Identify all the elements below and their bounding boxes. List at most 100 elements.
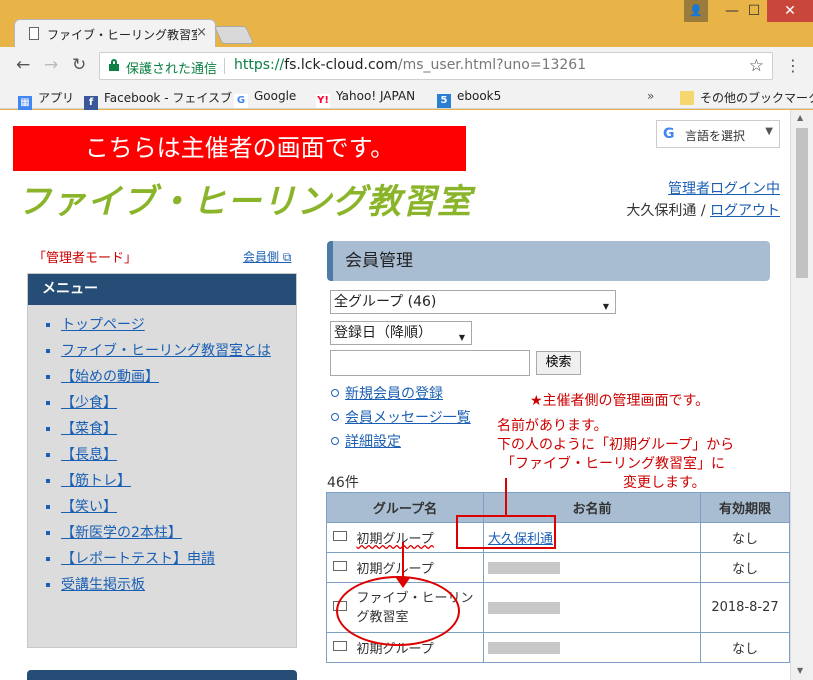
menu-item-report-test[interactable]: 【レポートテスト】申請 <box>61 551 296 568</box>
url-path: /ms_user.html?uno=13261 <box>397 57 587 73</box>
annotation-note-change-group: 名前があります。 下の人のように「初期グループ」から 「ファイブ・ヒーリング教習… <box>497 417 734 493</box>
redacted-name[interactable] <box>488 561 560 574</box>
scroll-up-icon[interactable]: ▲ <box>797 113 803 122</box>
menu-item-label: 【笑い】 <box>61 499 117 515</box>
bookmark-star-icon[interactable]: ☆ <box>749 56 764 76</box>
language-select-label: 言語を選択 <box>685 129 746 143</box>
link-label: 会員メッセージ一覧 <box>345 410 471 426</box>
menu-item-label: 【長息】 <box>61 447 117 463</box>
other-bookmarks-label: その他のブックマーク <box>700 91 813 105</box>
menu-item-top[interactable]: トップページ <box>61 317 296 334</box>
group-select[interactable]: 全グループ (46) ▼ <box>330 290 616 314</box>
search-input[interactable] <box>330 350 530 376</box>
menu-item-small-meals[interactable]: 【少食】 <box>61 395 296 412</box>
member-side-link[interactable]: 会員側 ⧉ <box>243 248 291 265</box>
logout-link[interactable]: ログアウト <box>710 203 780 219</box>
profile-icon[interactable]: 👤 <box>684 0 708 22</box>
new-tab-button[interactable] <box>213 26 255 44</box>
close-window-button[interactable]: ✕ <box>767 0 813 22</box>
column-header-expiry: 有効期限 <box>700 492 790 523</box>
menu-item-label: 【菜食】 <box>61 421 117 437</box>
admin-mode-label: 「管理者モード」 <box>33 251 138 266</box>
google-icon: G <box>234 94 248 108</box>
expiry-cell: なし <box>700 632 790 663</box>
lock-icon <box>109 59 119 71</box>
bookmark-google[interactable]: G Google <box>234 89 296 108</box>
bookmark-facebook[interactable]: f Facebook - フェイスブ <box>84 89 232 110</box>
address-bar[interactable]: 保護された通信 https://fs.lck-cloud.com/ms_user… <box>99 52 773 80</box>
menu-item-training[interactable]: 【筋トレ】 <box>61 473 296 490</box>
group-select-value: 全グループ (46) <box>334 294 437 310</box>
browser-menu-icon[interactable]: ⋮ <box>785 56 801 75</box>
bookmark-yahoo[interactable]: Y! Yahoo! JAPAN <box>316 89 415 108</box>
site-logo[interactable]: ファイブ・ヒーリング教習室 <box>17 174 472 223</box>
apps-grid-icon: ▦ <box>18 96 32 110</box>
row-icon-cell <box>326 552 353 583</box>
annotation-note-admin-screen: ★主催者側の管理画面です。 <box>530 393 710 409</box>
bookmark-label: Google <box>254 89 297 103</box>
url-text: https://fs.lck-cloud.com/ms_user.html?un… <box>234 57 586 73</box>
name-cell <box>483 582 701 633</box>
menu-item-long-breath[interactable]: 【長息】 <box>61 447 296 464</box>
bookmark-label: アプリ <box>38 91 75 105</box>
web-page: こちらは主催者の画面です。 G 言語を選択 ▼ ファイブ・ヒーリング教習室 管理… <box>0 110 790 680</box>
bookmark-ebook5[interactable]: 5 ebook5 <box>437 89 501 108</box>
chevron-down-icon: ▼ <box>602 302 609 311</box>
url-scheme: https:// <box>234 57 285 73</box>
user-name: 大久保利通 <box>626 203 697 219</box>
browser-window: ファイブ・ヒーリング教習室（6 × 👤 — ☐ ✕ ← → ↻ 保護された通信 … <box>0 0 813 680</box>
external-link-icon: ⧉ <box>282 250 292 264</box>
bookmarks-overflow-icon[interactable]: » <box>647 89 654 103</box>
action-links: 新規会員の登録 会員メッセージ一覧 詳細設定 <box>331 383 471 455</box>
menu-item-laughter[interactable]: 【笑い】 <box>61 499 296 516</box>
table-row: 初期グループ 大久保利通 なし <box>326 522 790 553</box>
redacted-name[interactable] <box>488 641 560 654</box>
bookmarks-bar: ▦ アプリ f Facebook - フェイスブ G Google Y! Yahoo! … <box>0 85 813 110</box>
google-translate-icon: G <box>663 126 675 142</box>
browser-tab[interactable]: ファイブ・ヒーリング教習室（6 × <box>14 19 216 47</box>
mail-icon[interactable] <box>333 641 347 651</box>
reload-icon[interactable]: ↻ <box>72 55 86 75</box>
mail-icon[interactable] <box>333 531 347 541</box>
page-scrollbar[interactable]: ▲ ▼ <box>790 110 813 680</box>
facebook-icon: f <box>84 96 98 110</box>
language-select[interactable]: G 言語を選択 ▼ <box>656 120 780 148</box>
search-button[interactable]: 検索 <box>536 351 581 375</box>
user-line: 大久保利通 / ログアウト <box>626 203 780 219</box>
menu-item-bulletin-board[interactable]: 受講生掲示板 <box>61 577 296 594</box>
omnibox-divider <box>224 58 225 74</box>
scroll-down-icon[interactable]: ▼ <box>797 666 803 675</box>
menu-item-about[interactable]: ファイブ・ヒーリング教習室とは <box>61 343 276 360</box>
scrollbar-thumb[interactable] <box>796 128 808 278</box>
member-messages-link[interactable]: 会員メッセージ一覧 <box>331 407 471 427</box>
name-cell <box>483 632 701 663</box>
forward-arrow-icon[interactable]: → <box>44 55 58 75</box>
link-label: 詳細設定 <box>345 434 401 450</box>
table-header-row: グループ名 お名前 有効期限 <box>326 492 790 523</box>
admin-login-link[interactable]: 管理者ログイン中 <box>668 178 780 198</box>
document-icon <box>29 27 39 40</box>
bookmark-label: Facebook - フェイスブ <box>104 91 232 105</box>
back-arrow-icon[interactable]: ← <box>16 55 30 75</box>
redacted-name[interactable] <box>488 601 560 614</box>
member-management-title: 会員管理 <box>327 241 770 281</box>
bookmark-apps[interactable]: ▦ アプリ <box>18 89 74 110</box>
other-bookmarks[interactable]: その他のブックマーク <box>680 89 813 106</box>
mail-icon[interactable] <box>333 561 347 571</box>
annotation-highlight-ellipse <box>336 576 460 646</box>
annotation-highlight-box <box>456 515 556 549</box>
maximize-button[interactable]: ☐ <box>737 0 771 22</box>
detail-settings-link[interactable]: 詳細設定 <box>331 431 471 451</box>
menu-item-label: 【始めの動画】 <box>61 369 159 385</box>
new-member-link[interactable]: 新規会員の登録 <box>331 383 471 403</box>
note-line: 変更します。 <box>623 475 706 491</box>
note-line: 名前があります。 <box>497 418 608 434</box>
tab-close-icon[interactable]: × <box>196 25 207 40</box>
menu-item-intro-video[interactable]: 【始めの動画】 <box>61 369 296 386</box>
sort-select[interactable]: 登録日（降順） ▼ <box>330 321 472 345</box>
chevron-down-icon: ▼ <box>458 333 465 342</box>
menu-item-vegetarian[interactable]: 【菜食】 <box>61 421 296 438</box>
menu-item-new-medicine[interactable]: 【新医学の2本柱】 <box>61 525 296 542</box>
sort-select-value: 登録日（降順） <box>334 325 432 341</box>
member-side-label: 会員側 <box>243 250 280 264</box>
